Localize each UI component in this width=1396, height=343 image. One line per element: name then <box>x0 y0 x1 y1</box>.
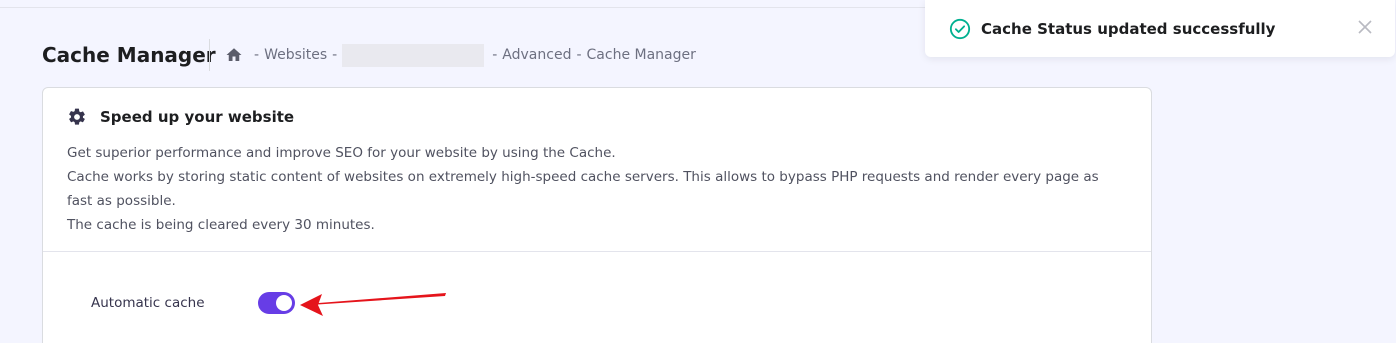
breadcrumb-websites[interactable]: Websites <box>264 47 327 63</box>
breadcrumb-current: Cache Manager <box>586 47 696 63</box>
breadcrumb-redacted-domain[interactable] <box>342 43 485 67</box>
breadcrumb-separator: - <box>254 47 260 63</box>
home-icon[interactable] <box>225 46 243 64</box>
page: Cache Manager - Websites - - Advanced - … <box>0 0 1396 343</box>
card-description: Get superior performance and improve SEO… <box>67 141 1127 237</box>
breadcrumb-separator: - <box>576 47 582 63</box>
success-toast: Cache Status updated successfully <box>925 0 1395 57</box>
top-divider <box>0 7 940 8</box>
card-divider <box>43 251 1151 252</box>
automatic-cache-setting: Automatic cache <box>91 292 295 314</box>
cache-card: Speed up your website Get superior perfo… <box>42 87 1152 343</box>
breadcrumb-separator: - <box>332 47 338 63</box>
title-divider <box>209 39 210 71</box>
automatic-cache-label: Automatic cache <box>91 295 205 311</box>
annotation-arrow <box>300 293 446 316</box>
card-title: Speed up your website <box>100 108 295 126</box>
breadcrumb: - Websites - - Advanced - Cache Manager <box>225 43 696 67</box>
close-icon[interactable] <box>1357 19 1373 35</box>
description-line: Get superior performance and improve SEO… <box>67 145 616 161</box>
breadcrumb-separator: - <box>492 47 498 63</box>
toast-message: Cache Status updated successfully <box>981 19 1276 38</box>
description-line: Cache works by storing static content of… <box>67 169 1099 209</box>
gear-icon <box>67 107 87 127</box>
description-line: The cache is being cleared every 30 minu… <box>67 217 375 233</box>
breadcrumb-advanced[interactable]: Advanced <box>502 47 571 63</box>
page-title: Cache Manager <box>42 43 216 67</box>
toggle-knob <box>276 295 292 311</box>
check-circle-icon <box>949 18 971 40</box>
card-header: Speed up your website <box>67 107 294 127</box>
automatic-cache-toggle[interactable] <box>258 292 295 314</box>
